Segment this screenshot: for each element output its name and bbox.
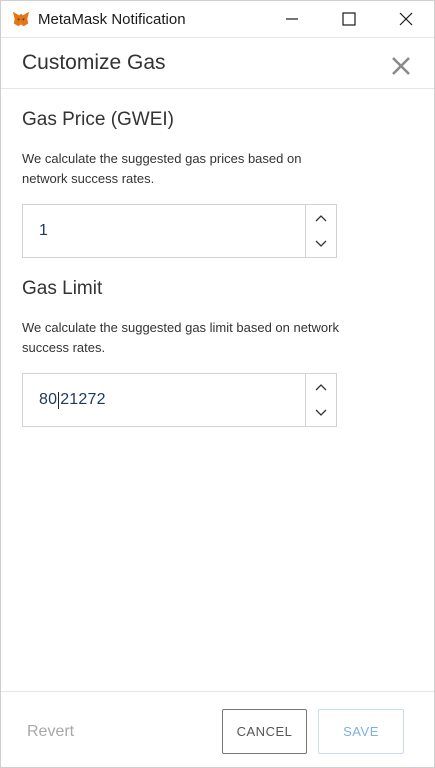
gas-limit-description: We calculate the suggested gas limit bas… [22,320,339,355]
revert-button[interactable]: Revert [27,723,74,741]
text-cursor [58,391,60,409]
modal-footer: Revert CANCEL SAVE [1,691,434,767]
chevron-down-icon [315,409,327,416]
gas-price-input[interactable]: 1 [22,204,337,258]
gas-limit-decrement-button[interactable] [306,400,336,426]
maximize-button[interactable] [320,1,377,38]
gas-limit-spinner [305,374,336,426]
chevron-up-icon [315,215,327,222]
gas-limit-increment-button[interactable] [306,374,336,400]
metamask-fox-icon [12,11,30,27]
gas-price-spinner [305,205,336,257]
gas-limit-value-after-cursor: 21272 [60,391,106,408]
save-button[interactable]: SAVE [318,709,404,754]
close-icon [399,12,412,26]
modal-header: Customize Gas [1,38,434,89]
chevron-down-icon [315,240,327,247]
minimize-icon [285,18,298,20]
maximize-icon [341,12,356,26]
title-bar: MetaMask Notification [1,1,434,38]
cancel-button[interactable]: CANCEL [222,709,307,754]
gas-limit-value[interactable]: 80 21272 [23,374,305,426]
gas-price-title: Gas Price (GWEI) [22,109,175,130]
modal-title: Customize Gas [22,51,166,74]
gas-price-value[interactable]: 1 [23,205,305,257]
window-title: MetaMask Notification [38,10,186,28]
gas-price-decrement-button[interactable] [306,231,336,257]
minimize-button[interactable] [263,1,320,38]
close-icon[interactable] [390,55,412,77]
gas-price-increment-button[interactable] [306,205,336,231]
gas-limit-input[interactable]: 80 21272 [22,373,337,427]
chevron-up-icon [315,384,327,391]
gas-limit-value-before-cursor: 80 [39,391,58,408]
window-close-button[interactable] [377,1,434,38]
gas-limit-title: Gas Limit [22,278,103,299]
metamask-notification-window: MetaMask Notification Customize Gas Gas … [0,0,435,768]
gas-price-description: We calculate the suggested gas prices ba… [22,151,302,186]
